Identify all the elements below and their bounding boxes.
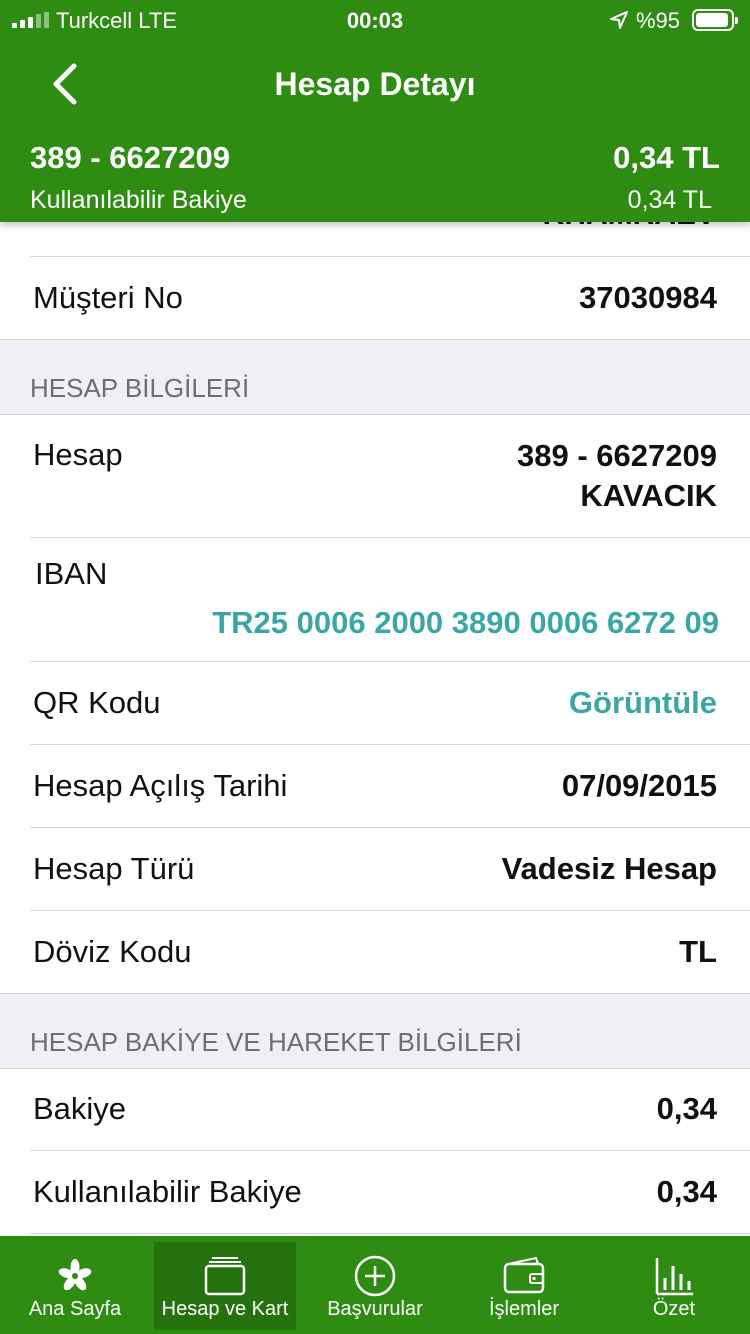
summary-available-label: Kullanılabilir Bakiye bbox=[30, 186, 247, 214]
divider bbox=[30, 827, 750, 828]
section-title: HESAP BİLGİLERİ bbox=[30, 373, 250, 403]
battery-percentage: %95 bbox=[636, 8, 681, 33]
tab-applications[interactable]: Başvurular bbox=[304, 1242, 446, 1330]
balance-value: 0,34 bbox=[656, 1091, 717, 1126]
tab-bar: Ana Sayfa Hesap ve Kart Başvurular İşlem… bbox=[0, 1236, 750, 1334]
available-balance-label: Kullanılabilir Bakiye bbox=[33, 1174, 302, 1209]
battery-icon bbox=[692, 9, 738, 31]
currency-code-value: TL bbox=[679, 934, 717, 969]
bar-chart-icon bbox=[655, 1258, 693, 1296]
summary-available-amount: 0,34 TL bbox=[627, 186, 712, 214]
account-detail-list[interactable]: KHAMRAEV Müşteri No 37030984 HESAP BİLGİ… bbox=[0, 222, 750, 1236]
iban-label: IBAN bbox=[35, 556, 108, 591]
divider bbox=[30, 1150, 750, 1151]
summary-account-number: 389 - 6627209 bbox=[30, 140, 230, 175]
section-title: HESAP BAKİYE VE HAREKET BİLGİLERİ bbox=[30, 1027, 522, 1057]
summary-balance: 0,34 TL bbox=[613, 140, 720, 175]
divider bbox=[30, 661, 750, 662]
account-branch-value: KAVACIK bbox=[580, 478, 717, 513]
header: Turkcell LTE 00:03 %95 Hesap Detayı bbox=[0, 0, 750, 128]
tab-label: Özet bbox=[652, 1298, 696, 1320]
customer-no-value: 37030984 bbox=[579, 280, 717, 315]
opening-date-value: 07/09/2015 bbox=[561, 768, 717, 803]
page-title: Hesap Detayı bbox=[274, 66, 476, 102]
currency-code-label: Döviz Kodu bbox=[33, 934, 192, 969]
qr-code-label: QR Kodu bbox=[33, 685, 161, 720]
qr-view-link[interactable]: Görüntüle bbox=[569, 685, 717, 721]
flower-logo-icon bbox=[58, 1259, 92, 1291]
wallet-icon bbox=[503, 1256, 545, 1294]
balance-label: Bakiye bbox=[33, 1091, 127, 1126]
divider bbox=[0, 414, 750, 415]
customer-name-value: KHAMRAEV bbox=[543, 222, 716, 232]
section-header-account-info: HESAP BİLGİLERİ bbox=[0, 340, 750, 414]
opening-date-label: Hesap Açılış Tarihi bbox=[33, 768, 288, 803]
location-arrow-icon bbox=[610, 11, 628, 29]
divider bbox=[0, 1068, 750, 1069]
plus-circle-icon bbox=[354, 1255, 396, 1297]
tab-summary[interactable]: Özet bbox=[603, 1242, 745, 1330]
account-type-label: Hesap Türü bbox=[33, 851, 195, 886]
divider bbox=[30, 744, 750, 745]
tab-label: Başvurular bbox=[327, 1298, 423, 1320]
divider bbox=[30, 910, 750, 911]
cards-icon bbox=[204, 1257, 246, 1296]
tab-accounts-cards[interactable]: Hesap ve Kart bbox=[154, 1242, 296, 1330]
divider bbox=[30, 537, 750, 538]
divider bbox=[30, 1233, 750, 1234]
divider bbox=[30, 256, 750, 257]
status-bar: Turkcell LTE 00:03 %95 bbox=[0, 0, 750, 40]
account-summary-bar: 389 - 6627209 Kullanılabilir Bakiye 0,34… bbox=[0, 128, 750, 222]
tab-label: Hesap ve Kart bbox=[161, 1298, 289, 1320]
tab-home[interactable]: Ana Sayfa bbox=[4, 1242, 146, 1330]
tab-label: İşlemler bbox=[488, 1298, 559, 1320]
section-header-balance-info: HESAP BAKİYE VE HAREKET BİLGİLERİ bbox=[0, 994, 750, 1068]
tab-transactions[interactable]: İşlemler bbox=[453, 1242, 595, 1330]
available-balance-value: 0,34 bbox=[656, 1174, 717, 1209]
account-number-value: 389 - 6627209 bbox=[517, 438, 717, 473]
customer-no-label: Müşteri No bbox=[33, 280, 183, 315]
account-type-value: Vadesiz Hesap bbox=[501, 851, 717, 886]
account-label: Hesap bbox=[33, 437, 123, 472]
tab-label: Ana Sayfa bbox=[28, 1298, 122, 1320]
iban-value[interactable]: TR25 0006 2000 3890 0006 6272 09 bbox=[212, 605, 719, 641]
